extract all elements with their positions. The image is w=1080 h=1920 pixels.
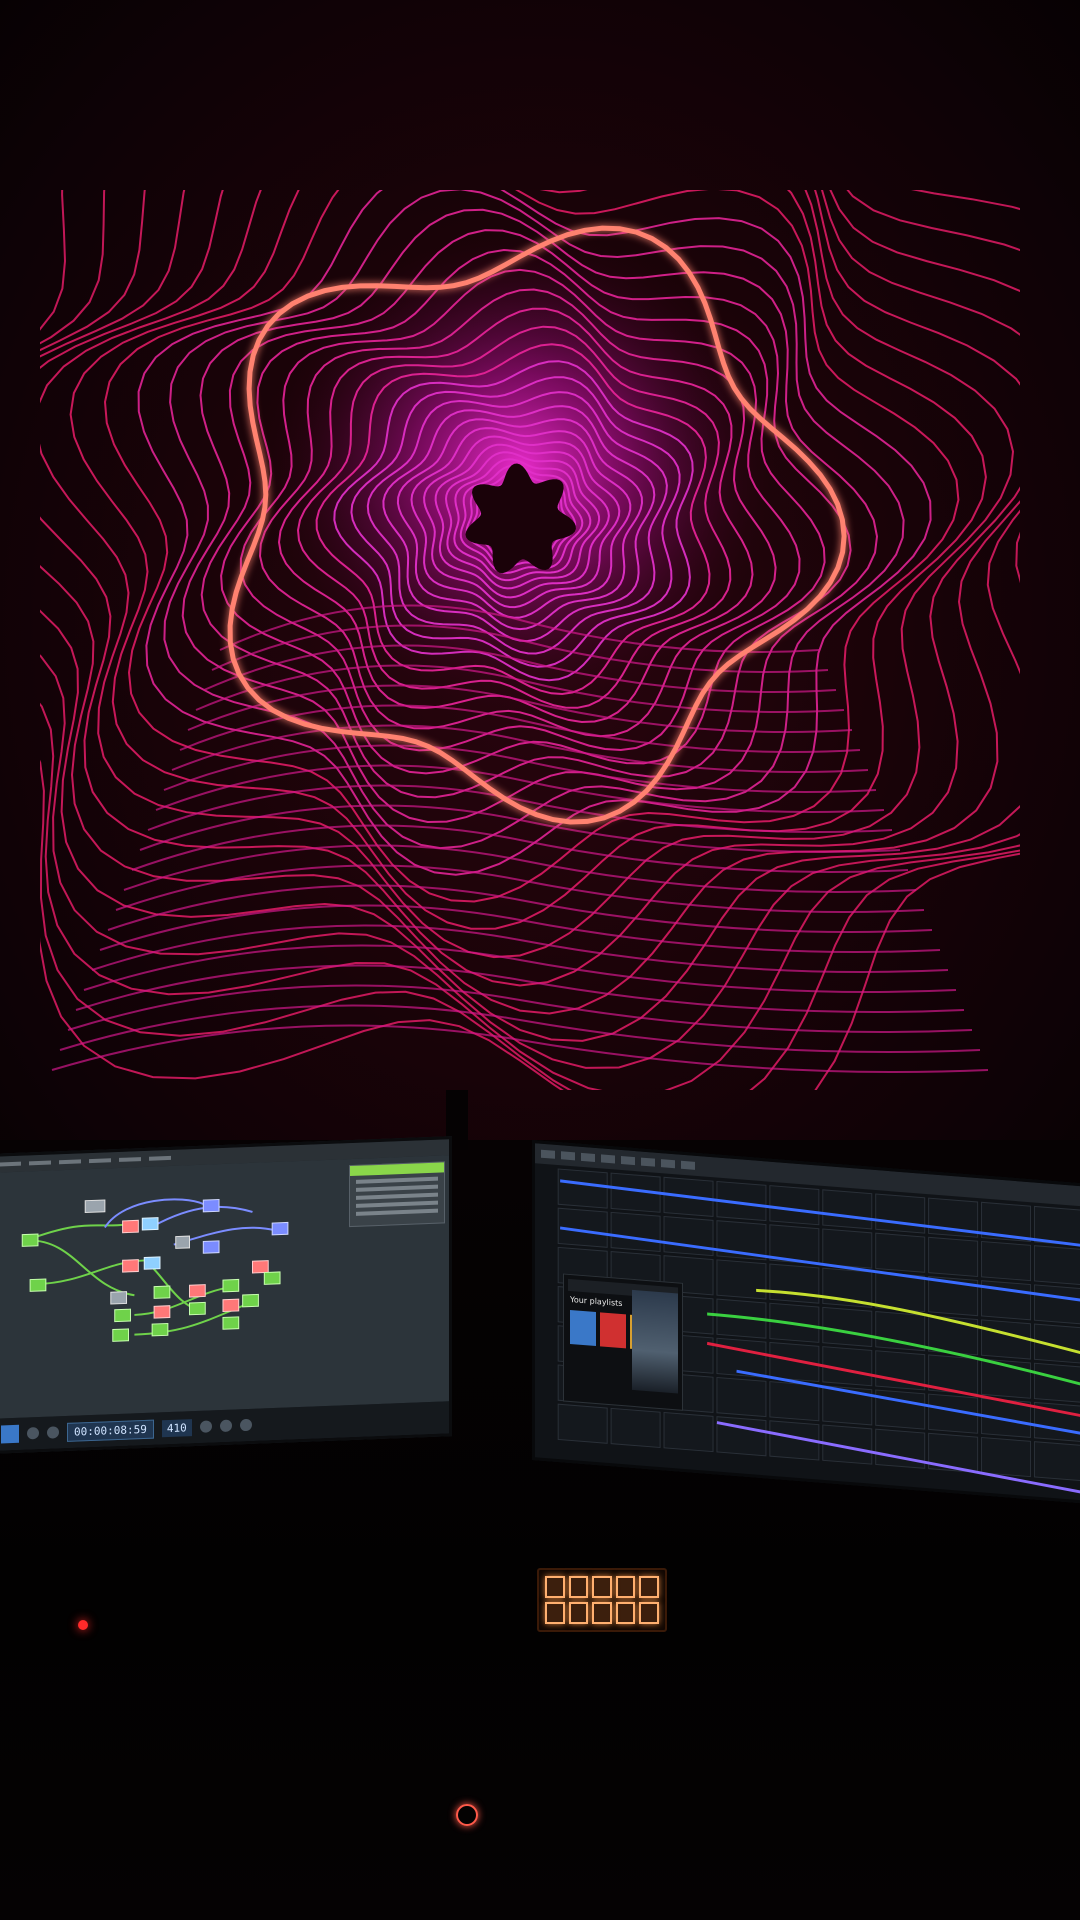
pad-controller	[537, 1568, 667, 1632]
timecode-display[interactable]: 00:00:08:59	[67, 1419, 154, 1442]
taskbar-app-icon[interactable]	[27, 1426, 39, 1440]
clip-slot[interactable]	[663, 1215, 714, 1257]
node-group[interactable]	[21, 1193, 289, 1345]
parameter-panel-header	[350, 1162, 444, 1177]
taskbar-app-icon[interactable]	[239, 1418, 252, 1432]
right-monitor: Your playlists	[532, 1140, 1080, 1505]
taskbar-app-icon[interactable]	[47, 1426, 59, 1439]
clip-slot[interactable]	[610, 1211, 661, 1253]
now-playing-artwork	[632, 1289, 678, 1394]
taskbar-app-icon[interactable]	[199, 1420, 212, 1433]
clip-slot[interactable]	[663, 1411, 714, 1453]
projection-svg	[40, 190, 1020, 1090]
clip-slot[interactable]	[769, 1381, 820, 1422]
playlist-cover[interactable]	[600, 1312, 626, 1349]
left-monitor: 00:00:08:59 410	[0, 1136, 452, 1454]
red-led-indicator	[78, 1620, 88, 1630]
clip-slot[interactable]	[822, 1228, 873, 1269]
taskbar-app-icon[interactable]	[219, 1419, 232, 1433]
clip-slot[interactable]	[716, 1259, 767, 1300]
clip-slot[interactable]	[822, 1306, 873, 1348]
clip-slot[interactable]	[981, 1436, 1032, 1478]
parameter-panel[interactable]	[349, 1161, 445, 1228]
clip-slot[interactable]	[1033, 1284, 1080, 1325]
clip-slot[interactable]	[557, 1168, 608, 1209]
clip-slot[interactable]	[875, 1232, 926, 1273]
clip-slot[interactable]	[981, 1240, 1032, 1282]
clip-slot[interactable]	[769, 1263, 820, 1304]
clip-slot[interactable]	[557, 1403, 608, 1444]
clip-slot[interactable]	[716, 1376, 767, 1418]
clip-slot[interactable]	[981, 1319, 1032, 1360]
illuminated-knob	[456, 1804, 478, 1826]
projected-visual	[40, 190, 1020, 1090]
clip-slot[interactable]	[875, 1389, 926, 1430]
clip-slot[interactable]	[822, 1189, 873, 1230]
music-player-window[interactable]: Your playlists	[563, 1273, 683, 1411]
clip-slot[interactable]	[610, 1407, 661, 1449]
clip-slot[interactable]	[769, 1341, 820, 1383]
playlist-cover[interactable]	[570, 1309, 596, 1347]
clip-slot[interactable]	[875, 1193, 926, 1234]
clip-slot[interactable]	[875, 1428, 926, 1469]
photo-scene: 00:00:08:59 410 Your playlists	[0, 0, 1080, 1920]
windows-start-icon[interactable]	[1, 1424, 19, 1444]
clip-slot[interactable]	[928, 1236, 979, 1277]
frame-counter[interactable]: 410	[161, 1418, 192, 1437]
clip-slot[interactable]	[769, 1185, 820, 1226]
clip-slot[interactable]	[1033, 1245, 1080, 1286]
clip-slot[interactable]	[1033, 1441, 1080, 1482]
